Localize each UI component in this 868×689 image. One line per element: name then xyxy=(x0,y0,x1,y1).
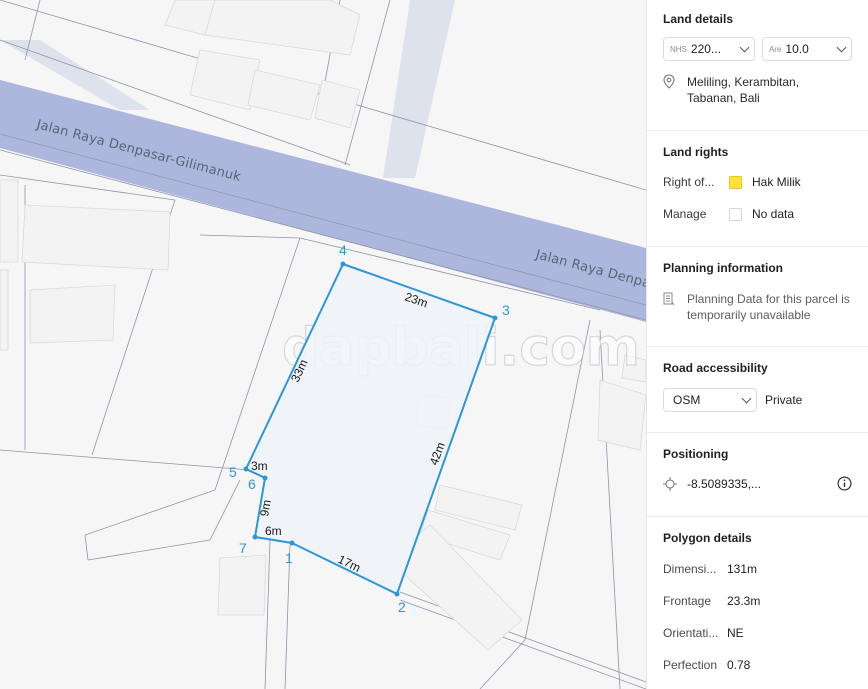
details-panel: Land details NHS 220... Are 10.0 Melilin… xyxy=(646,0,868,689)
land-rights-section: Land rights Right of... Hak Milik Manage… xyxy=(647,131,868,247)
land-details-section: Land details NHS 220... Are 10.0 Melilin… xyxy=(647,0,868,131)
polygon-row-label: Dimensi... xyxy=(663,562,717,576)
right-of-row: Right of... Hak Milik xyxy=(663,175,852,189)
right-of-label: Right of... xyxy=(663,175,715,189)
road-access-value: Private xyxy=(765,393,803,407)
polygon-row-label: Frontage xyxy=(663,594,712,608)
polygon-row: Orientati... NE xyxy=(663,626,852,640)
edge-length-6-7: 9m xyxy=(257,499,274,518)
location-pin-icon xyxy=(663,74,679,106)
land-rights-title: Land rights xyxy=(663,145,729,159)
vertex-label-3: 3 xyxy=(502,302,510,318)
road-accessibility-title: Road accessibility xyxy=(663,361,768,375)
polygon-row-value: 131m xyxy=(727,562,758,576)
location-text: Meliling, Kerambitan, Tabanan, Bali xyxy=(687,75,800,105)
manage-label: Manage xyxy=(663,207,707,221)
polygon-row: Frontage 23.3m xyxy=(663,594,852,608)
vertex-dot-1[interactable] xyxy=(289,540,295,546)
road-accessibility-section: Road accessibility OSM Private xyxy=(647,347,868,433)
nib-value: 220... xyxy=(690,42,721,56)
chevron-down-icon xyxy=(836,42,847,53)
planning-title: Planning information xyxy=(663,261,783,275)
edge-length-7-1: 6m xyxy=(265,524,282,538)
nib-prefix: NHS xyxy=(670,44,687,54)
polygon-row-value: NE xyxy=(727,626,744,640)
positioning-title: Positioning xyxy=(663,447,729,461)
chevron-down-icon xyxy=(741,393,752,404)
crosshair-icon[interactable] xyxy=(663,477,679,491)
polygon-row-label: Orientati... xyxy=(663,626,719,640)
vertex-dot-2[interactable] xyxy=(394,591,400,597)
info-icon[interactable] xyxy=(837,476,852,491)
vertex-dot-7[interactable] xyxy=(252,534,258,540)
road-source-value: OSM xyxy=(673,393,701,407)
area-select[interactable]: Are 10.0 xyxy=(761,37,852,61)
polygon-details-section: Polygon details Dimensi... 131m Frontage… xyxy=(647,517,868,672)
right-of-value: Hak Milik xyxy=(752,175,801,189)
map-canvas[interactable]: Jalan Raya Denpasar-Gilimanuk Jalan Raya… xyxy=(0,0,646,689)
manage-color-swatch xyxy=(729,207,742,221)
vertex-label-7: 7 xyxy=(239,540,247,556)
vertex-label-6: 6 xyxy=(248,476,256,492)
manage-row: Manage No data xyxy=(663,207,852,221)
polygon-row-label: Perfection xyxy=(663,658,718,672)
polygon-row-value: 0.78 xyxy=(727,658,751,672)
vertex-dot-5[interactable] xyxy=(243,466,249,472)
planning-message: Planning Data for this parcel is tempora… xyxy=(687,292,850,322)
nib-select[interactable]: NHS 220... xyxy=(663,37,755,61)
manage-value: No data xyxy=(752,207,795,221)
vertex-label-2: 2 xyxy=(398,599,406,615)
vertex-dot-4[interactable] xyxy=(340,261,346,267)
vertex-label-5: 5 xyxy=(229,464,237,480)
polygon-row: Perfection 0.78 xyxy=(663,658,852,672)
vertex-label-4: 4 xyxy=(339,242,347,258)
secondary-road-vertical xyxy=(383,0,455,178)
right-of-color-swatch xyxy=(729,175,742,189)
coordinate-value: -8.5089335,... xyxy=(687,477,762,491)
area-prefix: Are xyxy=(768,44,782,54)
edge-length-5-6: 3m xyxy=(251,459,268,473)
road-source-select[interactable]: OSM xyxy=(663,388,757,412)
polygon-row: Dimensi... 131m xyxy=(663,562,852,576)
land-details-title: Land details xyxy=(663,12,734,26)
positioning-section: Positioning -8.5089335,... xyxy=(647,433,868,517)
chevron-down-icon xyxy=(739,42,750,53)
map-view[interactable]: Jalan Raya Denpasar-Gilimanuk Jalan Raya… xyxy=(0,0,646,689)
vertex-dot-6[interactable] xyxy=(262,475,268,481)
planning-section: Planning information Planning Data for t… xyxy=(647,247,868,347)
polygon-row-value: 23.3m xyxy=(727,594,761,608)
document-icon xyxy=(663,291,679,323)
vertex-dot-3[interactable] xyxy=(492,315,498,321)
polygon-details-title: Polygon details xyxy=(663,531,752,545)
vertex-label-1: 1 xyxy=(285,550,293,566)
area-value: 10.0 xyxy=(785,42,809,56)
